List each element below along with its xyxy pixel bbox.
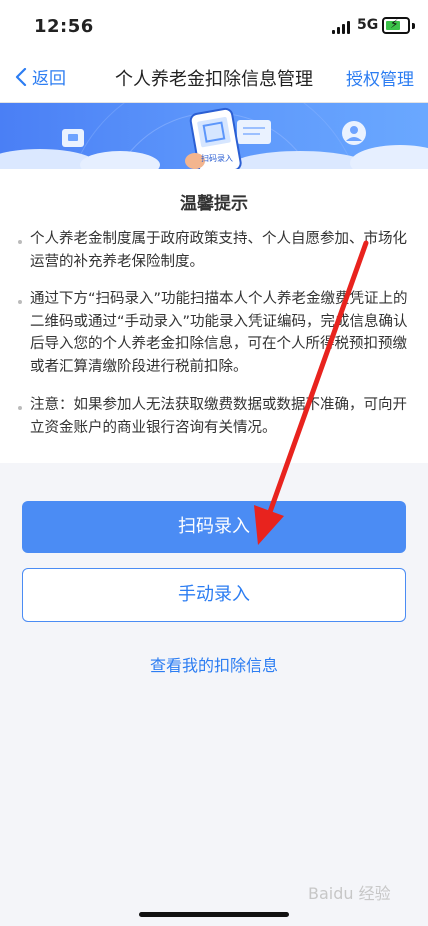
tips-card: 温馨提示 个人养老金制度属于政府政策支持、个人自愿参加、市场化运营的补充养老保险…	[0, 169, 428, 463]
bullet-icon	[18, 300, 22, 304]
tip-item: 注意：如果参加人无法获取缴费数据或数据不准确，可向开立资金账户的商业银行咨询有关…	[30, 397, 407, 436]
battery-icon: ⚡	[382, 17, 415, 34]
scan-entry-button[interactable]: 扫码录入	[22, 501, 406, 553]
tip-item: 个人养老金制度属于政府政策支持、个人自愿参加、市场化运营的补充养老保险制度。	[30, 231, 407, 270]
bullet-icon	[18, 240, 22, 244]
status-time: 12:56	[34, 16, 94, 37]
banner: 扫码录入	[0, 103, 428, 169]
tips-heading: 温馨提示	[180, 194, 248, 214]
authorization-management-link[interactable]: 授权管理	[346, 65, 414, 90]
document-icon	[237, 120, 271, 144]
view-deduction-info-link[interactable]: 查看我的扣除信息	[0, 652, 428, 676]
status-bar: 12:56 5G ⚡	[0, 0, 428, 52]
network-label: 5G	[357, 17, 379, 33]
manual-entry-button[interactable]: 手动录入	[22, 568, 406, 622]
bullet-icon	[18, 406, 22, 410]
watermark: Baidu 经验	[308, 884, 391, 903]
signal-icon	[332, 20, 352, 34]
nav-bar: 返回 个人养老金扣除信息管理 授权管理	[0, 52, 428, 103]
tip-item: 通过下方“扫码录入”功能扫描本人个人养老金缴费凭证上的二维码或通过“手动录入”功…	[30, 291, 408, 375]
banner-phone-text: 扫码录入	[201, 154, 233, 163]
home-indicator[interactable]	[139, 912, 289, 917]
